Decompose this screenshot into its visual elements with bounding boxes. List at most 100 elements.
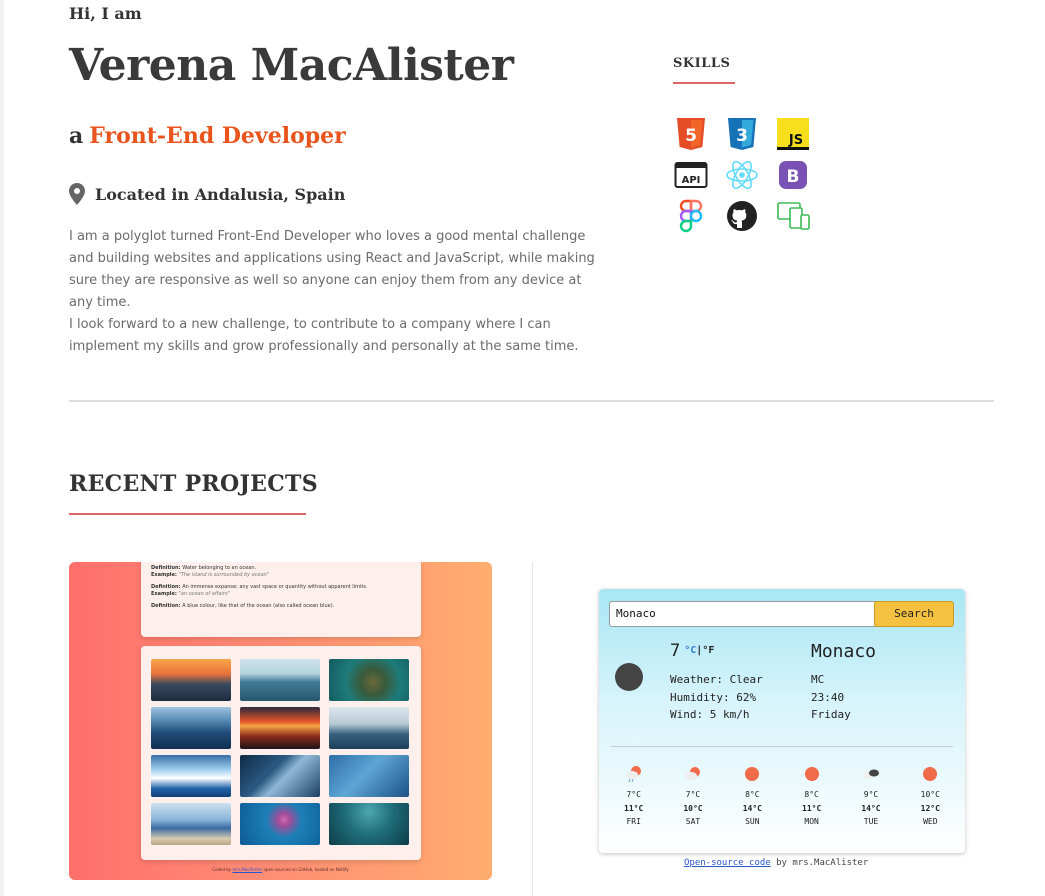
forecast-day: 7°C 10°C SAT [663, 765, 722, 829]
gallery-image [151, 707, 231, 749]
sun-icon [802, 765, 822, 783]
skills-heading: SKILLS [673, 56, 731, 71]
partly-cloudy-icon [683, 765, 703, 783]
left-edge-rule [0, 0, 4, 896]
svg-text:3: 3 [736, 126, 748, 146]
footer-link[interactable]: mrs.MacAlister [232, 867, 262, 872]
definition-2: Definition: An immense expanse; any vast… [151, 584, 368, 597]
celsius-toggle[interactable]: °C [684, 645, 696, 656]
forecast-day-label: WED [923, 817, 938, 826]
sun-icon [920, 765, 940, 783]
city-search-input[interactable]: Monaco [609, 601, 877, 627]
forecast-day: 9°C 14°C TUE [841, 765, 900, 829]
weather-caption: Open-source code by mrs.MacAlister [684, 858, 868, 868]
humidity: Humidity: 62% [670, 690, 757, 704]
svg-text:5: 5 [685, 126, 697, 146]
location: Located in Andalusia, Spain [69, 183, 345, 205]
project-weather-preview[interactable]: Monaco Search 7 °C|°F Weather: Clear Humi… [599, 589, 965, 853]
gallery-image [151, 803, 231, 845]
project-dictionary-preview[interactable]: Definition: Water belonging to an ocean.… [69, 562, 492, 880]
cloudy-icon [861, 765, 881, 783]
current-temperature: 7 °C|°F [670, 641, 714, 661]
role-title: Front-End Developer [89, 123, 346, 149]
forecast-low: 10°C [920, 790, 940, 799]
temperature-value: 7 [670, 641, 681, 661]
image-gallery-card [141, 646, 421, 860]
forecast-high: 12°C [920, 803, 940, 813]
svg-text:B: B [786, 167, 799, 187]
hero-name: Verena MacAlister [69, 40, 514, 91]
image-gallery [151, 659, 411, 845]
forecast-low: 8°C [745, 790, 760, 799]
forecast-divider [611, 746, 953, 747]
forecast-day-label: SUN [745, 817, 760, 826]
dictionary-footer: Coded by mrs.MacAlister open-sourced on … [212, 867, 349, 872]
forecast-low: 8°C [804, 790, 819, 799]
skills-underline [673, 82, 735, 84]
react-icon [724, 157, 759, 192]
forecast-day-label: TUE [863, 817, 879, 826]
forecast-day: 7°C 11°C FRI [604, 765, 663, 829]
weather-stats: Weather: Clear Humidity: 62% Wind: 5 km/… [670, 671, 763, 724]
country-code: MC [811, 673, 825, 686]
forecast-low: 7°C [685, 790, 701, 799]
bio: I am a polyglot turned Front-End Develop… [69, 226, 609, 358]
gallery-image [329, 755, 409, 797]
role-prefix: a [69, 123, 84, 149]
rain-icon [624, 765, 644, 783]
fahrenheit-toggle[interactable]: °F [702, 645, 714, 656]
skills-grid: 5 3 JS API B [673, 116, 810, 233]
responsive-devices-icon [775, 198, 810, 233]
open-source-link[interactable]: Open-source code [684, 858, 771, 868]
forecast-day-label: SAT [685, 817, 701, 826]
gallery-image [240, 707, 320, 749]
search-button[interactable]: Search [874, 601, 954, 627]
javascript-icon: JS [775, 116, 810, 151]
html5-icon: 5 [673, 116, 708, 151]
gallery-image [329, 707, 409, 749]
hero-role: a Front-End Developer [69, 123, 346, 149]
forecast-day-label: FRI [626, 817, 641, 826]
local-time: 23:40 [811, 690, 845, 704]
forecast-high: 14°C [742, 803, 762, 813]
projects-heading: RECENT PROJECTS [69, 471, 318, 497]
gallery-image [151, 659, 231, 701]
location-meta: MC 23:40 Friday [811, 671, 851, 724]
weather-description: Weather: Clear [670, 673, 763, 686]
weekday: Friday [811, 708, 851, 721]
gallery-image [240, 659, 320, 701]
forecast-day: 10°C 12°C WED [901, 765, 960, 829]
wind: Wind: 5 km/h [670, 708, 750, 721]
city-name: Monaco [811, 641, 877, 662]
forecast-low: 7°C [626, 790, 641, 799]
figma-icon [673, 198, 708, 233]
gallery-image [240, 755, 320, 797]
gallery-image [329, 659, 409, 701]
sun-icon [742, 765, 762, 783]
forecast-high: 11°C [802, 803, 822, 813]
github-icon [724, 198, 759, 233]
forecast-low: 9°C [863, 790, 879, 799]
greeting: Hi, I am [69, 4, 142, 23]
bio-paragraph-1: I am a polyglot turned Front-End Develop… [69, 229, 595, 310]
projects-column-separator [532, 562, 533, 896]
projects-underline [69, 513, 306, 515]
forecast-high: 11°C [624, 803, 644, 813]
definition-1: Definition: Water belonging to an ocean.… [151, 565, 270, 578]
forecast-high: 14°C [861, 803, 881, 813]
svg-text:JS: JS [787, 133, 802, 148]
section-divider [69, 400, 994, 402]
location-pin-icon [69, 183, 85, 205]
location-text: Located in Andalusia, Spain [95, 184, 346, 204]
forecast-high: 10°C [683, 803, 703, 813]
api-icon: API [673, 157, 708, 192]
forecast-day-label: MON [804, 817, 819, 826]
definitions-card: Definition: Water belonging to an ocean.… [141, 562, 421, 637]
forecast-day: 8°C 11°C MON [782, 765, 841, 829]
css3-icon: 3 [724, 116, 759, 151]
forecast-row: 7°C 11°C FRI 7°C 10°C SAT 8°C 14°C SUN 8… [604, 765, 960, 829]
gallery-image [329, 803, 409, 845]
forecast-day: 8°C 14°C SUN [723, 765, 782, 829]
gallery-image [151, 755, 231, 797]
caption-author: by mrs.MacAlister [776, 858, 869, 868]
